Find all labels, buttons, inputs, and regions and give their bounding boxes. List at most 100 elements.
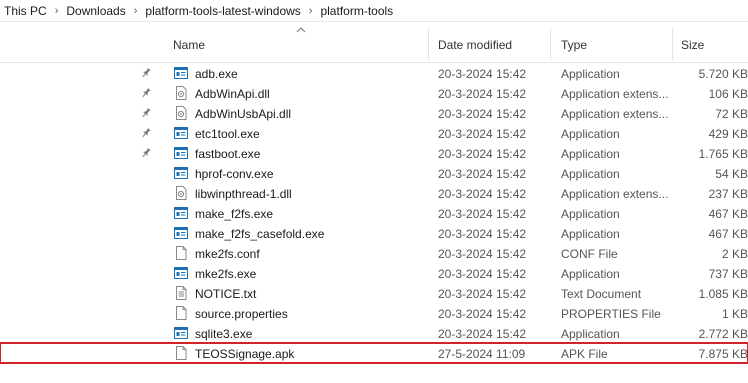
file-size: 429 KB <box>708 127 748 141</box>
file-size: 54 KB <box>715 167 748 181</box>
file-size: 467 KB <box>708 227 748 241</box>
file-name: make_f2fs.exe <box>195 207 274 221</box>
pin-icon[interactable] <box>140 127 152 139</box>
file-size: 106 KB <box>708 87 748 101</box>
document-icon <box>174 246 188 260</box>
file-name: hprof-conv.exe <box>195 167 274 181</box>
file-row[interactable]: etc1tool.exe 20-3-2024 15:42 Application 42… <box>0 123 748 143</box>
application-icon <box>174 126 188 140</box>
file-date-modified: 20-3-2024 15:42 <box>438 87 527 101</box>
column-header-name[interactable]: Name <box>173 38 205 52</box>
application-icon <box>174 146 188 160</box>
breadcrumb-downloads[interactable]: Downloads <box>66 4 125 18</box>
pin-icon[interactable] <box>140 87 152 99</box>
column-header-size[interactable]: Size <box>681 38 704 52</box>
file-size: 1 KB <box>721 307 748 321</box>
file-date-modified: 20-3-2024 15:42 <box>438 227 527 241</box>
column-header-date-modified[interactable]: Date modified <box>438 38 512 52</box>
file-row[interactable]: libwinpthread-1.dll 20-3-2024 15:42 Applic… <box>0 183 748 203</box>
sort-ascending-icon <box>296 27 306 33</box>
file-row[interactable]: NOTICE.txt 20-3-2024 15:42 Text Document 1.… <box>0 283 748 303</box>
file-date-modified: 27-5-2024 11:09 <box>438 347 526 361</box>
file-name: etc1tool.exe <box>195 127 260 141</box>
file-row[interactable]: make_f2fs.exe 20-3-2024 15:42 Application 4… <box>0 203 748 223</box>
file-row[interactable]: AdbWinApi.dll 20-3-2024 15:42 Application … <box>0 83 748 103</box>
column-header-row: Name Date modified Type Size <box>0 22 748 63</box>
file-size: 2 KB <box>721 247 748 261</box>
file-name: TEOSSignage.apk <box>195 347 295 361</box>
file-row[interactable]: fastboot.exe 20-3-2024 15:42 Application 1.… <box>0 143 748 163</box>
file-type: Application <box>561 267 620 281</box>
pin-icon[interactable] <box>140 67 152 79</box>
document-icon <box>174 346 188 360</box>
file-row[interactable]: make_f2fs_casefold.exe 20-3-2024 15:42 App… <box>0 223 748 243</box>
file-row[interactable]: sqlite3.exe 20-3-2024 15:42 Application 2.7… <box>0 323 748 343</box>
pin-icon[interactable] <box>140 107 152 119</box>
file-size: 1.085 KB <box>698 287 748 301</box>
file-size: 1.765 KB <box>698 147 748 161</box>
file-row[interactable]: TEOSSignage.apk 27-5-2024 11:09 APK File 7.… <box>0 342 748 364</box>
file-name: AdbWinApi.dll <box>195 87 270 101</box>
file-row[interactable]: mke2fs.exe 20-3-2024 15:42 Application 737 … <box>0 263 748 283</box>
file-date-modified: 20-3-2024 15:42 <box>438 187 527 201</box>
file-row[interactable]: hprof-conv.exe 20-3-2024 15:42 Application… <box>0 163 748 183</box>
dll-icon <box>174 86 188 100</box>
file-date-modified: 20-3-2024 15:42 <box>438 167 527 181</box>
breadcrumb-platform-tools[interactable]: platform-tools <box>320 4 393 18</box>
column-divider[interactable] <box>428 28 429 60</box>
file-type: Application <box>561 327 620 341</box>
application-icon <box>174 166 188 180</box>
file-date-modified: 20-3-2024 15:42 <box>438 107 527 121</box>
file-date-modified: 20-3-2024 15:42 <box>438 207 527 221</box>
file-date-modified: 20-3-2024 15:42 <box>438 67 527 81</box>
file-size: 7.875 KB <box>698 347 748 361</box>
file-name: sqlite3.exe <box>195 327 253 341</box>
file-type: Application <box>561 67 620 81</box>
file-name: fastboot.exe <box>195 147 261 161</box>
file-row[interactable]: adb.exe 20-3-2024 15:42 Application 5.720 K… <box>0 63 748 83</box>
file-type: CONF File <box>561 247 618 261</box>
file-name: adb.exe <box>195 67 238 81</box>
breadcrumb-platform-tools-latest-windows[interactable]: platform-tools-latest-windows <box>145 4 300 18</box>
file-type: Application <box>561 227 620 241</box>
file-date-modified: 20-3-2024 15:42 <box>438 247 527 261</box>
file-list: adb.exe 20-3-2024 15:42 Application 5.720 K… <box>0 63 748 364</box>
chevron-right-icon[interactable]: › <box>309 5 313 17</box>
file-type: Text Document <box>561 287 642 301</box>
file-date-modified: 20-3-2024 15:42 <box>438 147 527 161</box>
file-name: make_f2fs_casefold.exe <box>195 227 325 241</box>
breadcrumb: This PC › Downloads › platform-tools-lat… <box>0 0 748 22</box>
chevron-right-icon[interactable]: › <box>55 5 59 17</box>
column-header-type[interactable]: Type <box>561 38 587 52</box>
file-type: Application <box>561 147 620 161</box>
application-icon <box>174 326 188 340</box>
file-row[interactable]: source.properties 20-3-2024 15:42 PROPERTI… <box>0 303 748 323</box>
file-type: Application <box>561 207 620 221</box>
file-date-modified: 20-3-2024 15:42 <box>438 267 527 281</box>
file-name: mke2fs.conf <box>195 247 260 261</box>
file-type: Application <box>561 127 620 141</box>
column-divider[interactable] <box>550 28 551 60</box>
file-date-modified: 20-3-2024 15:42 <box>438 127 527 141</box>
file-name: mke2fs.exe <box>195 267 257 281</box>
file-size: 737 KB <box>708 267 748 281</box>
document-icon <box>174 306 188 320</box>
file-size: 72 KB <box>715 107 748 121</box>
column-divider[interactable] <box>672 28 673 60</box>
file-name: AdbWinUsbApi.dll <box>195 107 292 121</box>
application-icon <box>174 66 188 80</box>
file-type: Application <box>561 167 620 181</box>
file-type: PROPERTIES File <box>561 307 661 321</box>
chevron-right-icon[interactable]: › <box>134 5 138 17</box>
file-row[interactable]: mke2fs.conf 20-3-2024 15:42 CONF File 2 KB <box>0 243 748 263</box>
application-icon <box>174 266 188 280</box>
file-size: 237 KB <box>708 187 748 201</box>
pin-icon[interactable] <box>140 147 152 159</box>
dll-icon <box>174 106 188 120</box>
dll-icon <box>174 186 188 200</box>
file-name: libwinpthread-1.dll <box>195 187 292 201</box>
breadcrumb-this-pc[interactable]: This PC <box>4 4 47 18</box>
file-row[interactable]: AdbWinUsbApi.dll 20-3-2024 15:42 Applicati… <box>0 103 748 123</box>
text-document-icon <box>174 286 188 300</box>
file-size: 2.772 KB <box>698 327 748 341</box>
